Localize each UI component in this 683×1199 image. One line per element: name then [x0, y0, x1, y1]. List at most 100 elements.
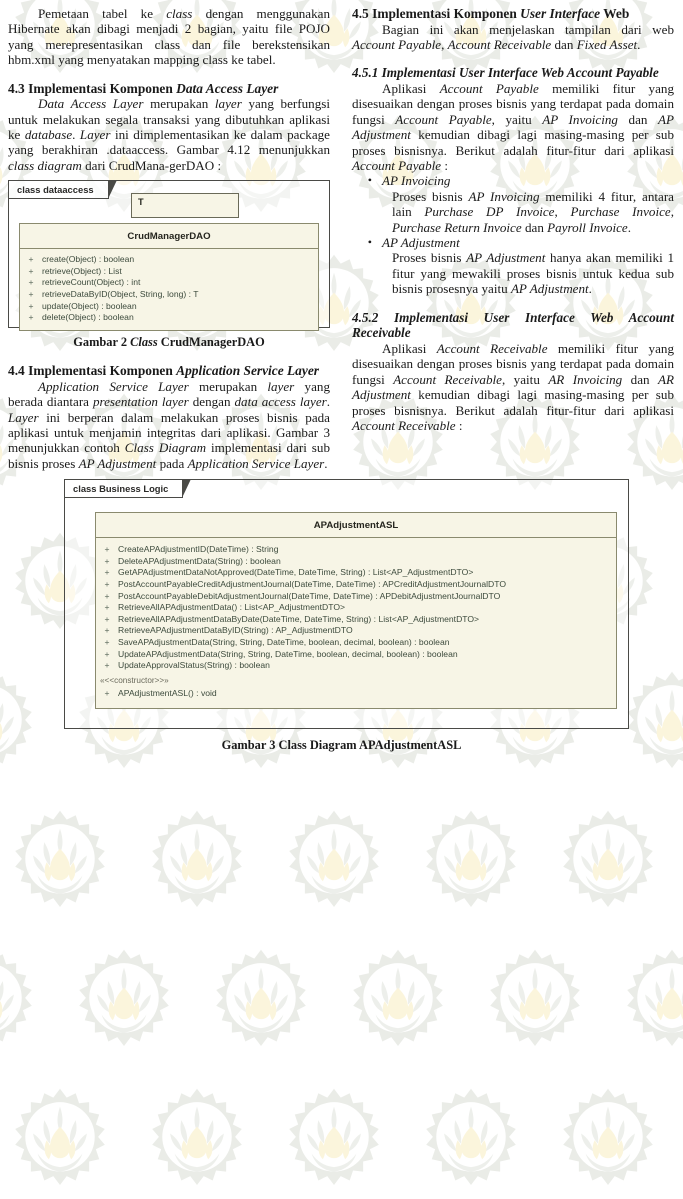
heading-4-5-2-number: 4.5.2 — [352, 309, 379, 325]
method-signature: GetAPAdjustmentDataNotApproved(DateTime,… — [118, 567, 474, 578]
its-gear-lotus-watermark-icon — [552, 1082, 664, 1194]
heading-4-5-plain2: Web — [600, 6, 630, 21]
method-signature: SaveAPAdjustmentData(String, String, Dat… — [118, 637, 450, 648]
figure-2-frame-label-text: class dataaccess — [17, 184, 94, 196]
bullet-icon: • — [367, 173, 372, 188]
figure-3-class-name: APAdjustmentASL — [96, 513, 616, 539]
bullet-icon: • — [367, 235, 372, 250]
list-item: • AP Adjustment Proses bisnis AP Adjustm… — [352, 235, 674, 297]
bullet-heading: AP Invoicing — [382, 173, 451, 189]
method-row: + DeleteAPAdjustmentData(String) : boolea… — [96, 556, 616, 568]
method-visibility: + — [104, 579, 110, 590]
body-4-5-1: Aplikasi Account Payable memiliki fitur … — [352, 81, 674, 174]
method-row: + UpdateAPAdjustmentData(String, String, … — [96, 649, 616, 661]
method-signature: UpdateApprovalStatus(String) : boolean — [118, 660, 270, 671]
method-signature: delete(Object) : boolean — [42, 312, 134, 323]
its-gear-lotus-watermark-icon — [278, 1082, 390, 1194]
method-signature: RetrieveAllAPAdjustmentData() : List<AP_… — [118, 602, 346, 613]
method-signature: retrieveCount(Object) : int — [42, 277, 141, 288]
method-visibility: + — [104, 613, 110, 624]
method-row: + GetAPAdjustmentDataNotApproved(DateTime… — [96, 567, 616, 579]
method-row: + retrieveCount(Object) : int — [20, 277, 318, 289]
method-signature: CreateAPAdjustmentID(DateTime) : String — [118, 544, 279, 555]
method-row: + UpdateApprovalStatus(String) : boolean — [96, 660, 616, 672]
body-4-3: Data Access Layer merupakan layer yang b… — [8, 96, 330, 173]
method-row: + RetrieveAllAPAdjustmentDataByDate(DateT… — [96, 614, 616, 626]
method-visibility: + — [28, 254, 34, 265]
method-row: + SaveAPAdjustmentData(String, String, Da… — [96, 637, 616, 649]
heading-4-3: 4.3 Implementasi Komponen Data Access La… — [8, 81, 330, 97]
figure-3-class-box: APAdjustmentASL + CreateAPAdjustmentID(Da… — [95, 512, 617, 709]
method-visibility: + — [104, 555, 110, 566]
method-row: + CreateAPAdjustmentID(DateTime) : String — [96, 544, 616, 556]
figure-2-frame: class dataaccess T CrudManagerDAO + creat… — [8, 180, 330, 331]
figure-3: class Business Logic APAdjustmentASL + Cr… — [8, 479, 675, 753]
method-visibility: + — [104, 544, 110, 555]
method-signature: APAdjustmentASL() : void — [118, 688, 217, 699]
list-item: • AP Invoicing Proses bisnis AP Invoicin… — [352, 173, 674, 235]
its-gear-lotus-watermark-icon — [141, 1082, 253, 1194]
method-visibility: + — [104, 602, 110, 613]
method-visibility: + — [28, 289, 34, 300]
heading-4-5-italic: User Interface — [520, 6, 601, 21]
method-visibility: + — [28, 265, 34, 276]
figure-2-caption-italic: Class — [130, 335, 158, 350]
body-4-4: Application Service Layer merupakan laye… — [8, 378, 331, 471]
figure-2-caption-suffix: CrudManagerDAO — [157, 335, 265, 350]
body-4-5: Bagian ini akan menjelaskan tampilan dar… — [352, 21, 674, 52]
figure-3-frame-label: class Business Logic — [65, 479, 192, 499]
method-visibility: + — [104, 625, 110, 636]
method-row: + RetrieveAPAdjustmentDataByID(String) : … — [96, 625, 616, 637]
method-visibility: + — [104, 637, 110, 648]
heading-4-5: 4.5 Implementasi Komponen User Interface… — [352, 6, 674, 22]
method-row: + PostAccountPayableDebitAdjustmentJourna… — [96, 591, 616, 603]
method-visibility: + — [104, 590, 110, 601]
figure-2-type-parameter: T — [131, 193, 239, 219]
ap-feature-list: • AP Invoicing Proses bisnis AP Invoicin… — [352, 173, 674, 296]
method-visibility: + — [104, 660, 110, 671]
method-signature: RetrieveAPAdjustmentDataByID(String) : A… — [118, 625, 353, 636]
heading-4-5-2-title: Implementasi User Interface Web Account … — [352, 309, 674, 341]
method-signature: RetrieveAllAPAdjustmentDataByDate(DateTi… — [118, 613, 480, 624]
its-gear-lotus-watermark-icon — [4, 1082, 116, 1194]
method-signature: update(Object) : boolean — [42, 300, 137, 311]
method-signature: PostAccountPayableDebitAdjustmentJournal… — [118, 590, 501, 601]
constructor-row: + APAdjustmentASL() : void — [96, 688, 616, 700]
heading-4-5-number: 4.5 — [352, 6, 369, 21]
method-signature: DeleteAPAdjustmentData(String) : boolean — [118, 555, 281, 566]
method-row: + RetrieveAllAPAdjustmentData() : List<AP… — [96, 602, 616, 614]
method-row: + retrieveDataByID(Object, String, long) … — [20, 289, 318, 301]
method-visibility: + — [104, 567, 110, 578]
heading-4-5-plain: Implementasi Komponen — [372, 6, 521, 21]
body-4-5-2: Aplikasi Account Receivable memiliki fit… — [352, 340, 674, 433]
method-visibility: + — [104, 648, 110, 659]
figure-2-method-list: + create(Object) : boolean + retrieve(Obje… — [20, 249, 318, 330]
bullet-heading: AP Adjustment — [382, 235, 460, 251]
figure-2-type-parameter-text: T — [138, 197, 144, 208]
method-row: + PostAccountPayableCreditAdjustmentJourn… — [96, 579, 616, 591]
left-column: Pemetaan tabel ke class dengan menggunak… — [8, 6, 330, 471]
heading-4-5-1-title: Implementasi User Interface Web Account … — [381, 65, 659, 81]
heading-4-4-italic: Application Service Layer — [176, 363, 319, 379]
figure-3-frame-label-text: class Business Logic — [73, 483, 169, 495]
bullet-body: Proses bisnis AP Adjustment hanya akan m… — [392, 250, 674, 297]
its-gear-lotus-watermark-icon — [415, 1082, 527, 1194]
method-signature: retrieveDataByID(Object, String, long) :… — [42, 289, 199, 300]
heading-4-5-2: 4.5.2 Implementasi User Interface Web Ac… — [352, 310, 674, 341]
two-column-layout: Pemetaan tabel ke class dengan menggunak… — [8, 6, 675, 471]
method-signature: PostAccountPayableCreditAdjustmentJourna… — [118, 579, 506, 590]
heading-4-4-plain: Implementasi Komponen — [28, 363, 177, 379]
method-signature: retrieve(Object) : List — [42, 265, 122, 276]
method-visibility: + — [28, 277, 34, 288]
intro-paragraph: Pemetaan tabel ke class dengan menggunak… — [8, 6, 330, 68]
heading-4-5-1: 4.5.1 Implementasi User Interface Web Ac… — [352, 65, 674, 81]
method-visibility: + — [104, 688, 110, 699]
constructor-stereotype: «<<constructor>>» — [100, 675, 169, 685]
method-signature: UpdateAPAdjustmentData(String, String, D… — [118, 648, 458, 659]
method-row: + retrieve(Object) : List — [20, 266, 318, 278]
figure-2: class dataaccess T CrudManagerDAO + creat… — [8, 180, 330, 350]
heading-4-3-plain: Implementasi Komponen — [28, 80, 177, 96]
figure-2-class-name: CrudManagerDAO — [20, 224, 318, 250]
method-signature: create(Object) : boolean — [42, 254, 135, 265]
method-row: + create(Object) : boolean — [20, 254, 318, 266]
